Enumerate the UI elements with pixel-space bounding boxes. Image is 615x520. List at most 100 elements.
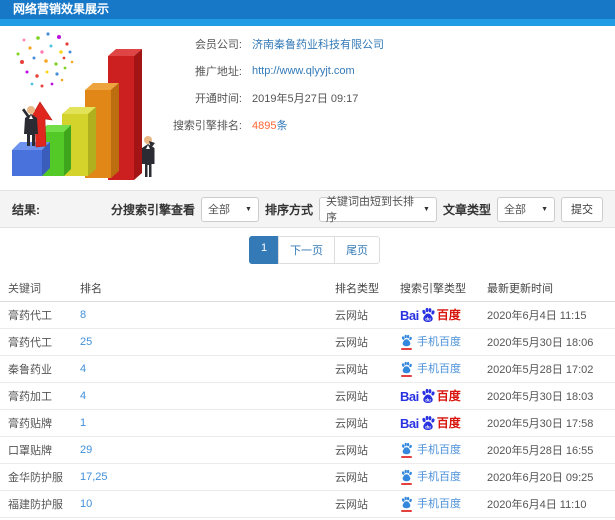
col-header-rank-type: 排名类型 <box>335 282 379 295</box>
updated-time-cell: 2020年5月30日 17:58 <box>487 418 594 430</box>
rank-type-cell: 云网站 <box>335 310 368 322</box>
titlebar-accent-strip <box>0 19 615 26</box>
baidu-mobile-paw-icon <box>400 496 413 512</box>
rank-count-number: 4895 <box>252 119 277 132</box>
table-row: 膏药代工 8 云网站 Bai du 百度 2020年6月4日 11:15 <box>0 302 615 329</box>
engine-type-cell: Bai du 百度 <box>400 442 487 458</box>
opened-time-value: 2019年5月27日 09:17 <box>252 92 359 105</box>
rank-count-label: 搜索引擎排名: <box>172 119 242 132</box>
table-row: 膏药贴牌 1 云网站 Bai du 百度 2020年5月30日 17:58 <box>0 410 615 437</box>
opened-time-label: 开通时间: <box>194 92 242 105</box>
baidu-logo-text: Bai <box>400 415 419 431</box>
sort-filter-value: 关键词由短到长排序 <box>325 196 414 224</box>
article-type-select[interactable]: 全部 ▼ <box>497 196 555 222</box>
rank-type-cell: 云网站 <box>335 364 368 376</box>
table-row: 膏药代工 25 云网站 Bai du 百度 <box>0 329 615 356</box>
keyword-cell: 膏药代工 <box>8 310 52 322</box>
updated-time-cell: 2020年5月28日 17:02 <box>487 364 594 376</box>
col-header-engine-type: 搜索引擎类型 <box>400 282 466 295</box>
engine-type-cell: Bai du 百度 <box>400 469 487 485</box>
results-table: 关键词 排名 排名类型 搜索引擎类型 最新更新时间 膏药代工 8 云网站 Bai <box>0 274 615 518</box>
table-row: 秦鲁药业 4 云网站 Bai du 百度 <box>0 356 615 383</box>
info-row-rank-count: 搜索引擎排名: 4895条 <box>122 111 615 138</box>
rank-link[interactable]: 29 <box>80 444 92 456</box>
baidu-mobile-redbar <box>401 483 412 485</box>
rank-cell: 10 <box>80 498 335 510</box>
baidu-mobile-label: 手机百度 <box>417 362 461 375</box>
article-type-label: 文章类型 <box>442 202 491 217</box>
last-page-button[interactable]: 尾页 <box>334 236 381 264</box>
rank-type-cell: 云网站 <box>335 418 368 430</box>
chevron-down-icon: ▼ <box>541 205 548 213</box>
engine-filter-label: 分搜索引擎查看 <box>110 202 195 217</box>
baidu-pc-logo: Bai du 百度 <box>400 415 461 431</box>
table-row: 福建防护服 10 云网站 Bai du 百度 <box>0 491 615 518</box>
col-header-keyword: 关键词 <box>8 282 41 295</box>
info-row-company: 会员公司: 济南秦鲁药业科技有限公司 <box>122 30 615 57</box>
rank-count-suffix: 条 <box>276 119 288 132</box>
rank-link[interactable]: 10 <box>80 498 92 510</box>
rank-type-cell: 云网站 <box>335 472 368 484</box>
next-page-button[interactable]: 下一页 <box>278 236 336 264</box>
info-row-url: 推广地址: http://www.qlyyjt.com <box>122 57 615 84</box>
rank-link[interactable]: 25 <box>80 336 92 348</box>
baidu-pc-logo: Bai du 百度 <box>400 307 461 323</box>
svg-text:du: du <box>425 425 431 430</box>
engine-type-cell: Bai du 百度 <box>400 496 487 512</box>
baidu-mobile-logo: 手机百度 <box>400 469 461 485</box>
rank-link[interactable]: 1 <box>80 417 86 429</box>
updated-time-cell: 2020年5月30日 18:06 <box>487 337 594 349</box>
page-1-button[interactable]: 1 <box>248 236 280 264</box>
keyword-cell: 秦鲁药业 <box>8 364 52 376</box>
engine-filter-select[interactable]: 全部 ▼ <box>200 196 259 222</box>
baidu-mobile-label: 手机百度 <box>417 335 461 348</box>
company-label: 会员公司: <box>194 38 242 51</box>
promo-url-link[interactable]: http://www.qlyyjt.com <box>252 65 355 77</box>
baidu-mobile-redbar <box>401 348 412 350</box>
engine-type-cell: Bai du 百度 <box>400 361 487 377</box>
baidu-mobile-logo: 手机百度 <box>400 334 461 350</box>
engine-type-cell: Bai du 百度 <box>400 334 487 350</box>
baidu-logo-cn-text: 百度 <box>436 308 461 322</box>
keyword-cell: 膏药代工 <box>8 337 52 349</box>
updated-time-cell: 2020年5月28日 16:55 <box>487 445 594 457</box>
sort-filter-select[interactable]: 关键词由短到长排序 ▼ <box>318 196 437 224</box>
baidu-mobile-redbar <box>401 375 412 377</box>
pagination: 1 下一页 尾页 <box>0 236 615 264</box>
baidu-logo-text: Bai <box>400 388 419 404</box>
updated-time-cell: 2020年5月30日 18:03 <box>487 391 594 403</box>
updated-time-cell: 2020年6月20日 09:25 <box>487 472 594 484</box>
rank-type-cell: 云网站 <box>335 499 368 511</box>
rank-link[interactable]: 4 <box>80 363 86 375</box>
baidu-mobile-logo: 手机百度 <box>400 361 461 377</box>
table-body: 膏药代工 8 云网站 Bai du 百度 2020年6月4日 11:15 膏药代… <box>0 302 615 518</box>
article-type-value: 全部 <box>504 204 526 216</box>
confetti-dots <box>16 32 74 88</box>
col-header-updated: 最新更新时间 <box>487 282 553 295</box>
baidu-pc-logo: Bai du 百度 <box>400 388 461 404</box>
keyword-cell: 膏药贴牌 <box>8 418 52 430</box>
company-link[interactable]: 济南秦鲁药业科技有限公司 <box>252 36 384 52</box>
col-header-rank: 排名 <box>80 282 102 295</box>
baidu-mobile-logo: 手机百度 <box>400 496 461 512</box>
baidu-logo-cn-text: 百度 <box>436 389 461 403</box>
submit-button[interactable]: 提交 <box>561 196 603 222</box>
rank-link[interactable]: 8 <box>80 309 86 321</box>
baidu-mobile-logo: 手机百度 <box>400 442 461 458</box>
updated-time-cell: 2020年6月4日 11:10 <box>487 499 587 511</box>
rank-cell: 4 <box>80 363 335 375</box>
rank-link[interactable]: 17,25 <box>80 471 108 483</box>
keyword-cell: 金华防护服 <box>8 472 63 484</box>
table-row: 膏药加工 4 云网站 Bai du 百度 2020年5月30日 18:03 <box>0 383 615 410</box>
sort-filter-label: 排序方式 <box>264 202 313 217</box>
rank-link[interactable]: 4 <box>80 390 86 402</box>
baidu-mobile-redbar <box>401 510 412 512</box>
rank-type-cell: 云网站 <box>335 445 368 457</box>
baidu-mobile-label: 手机百度 <box>417 470 461 483</box>
page-title: 网络营销效果展示 <box>13 2 110 16</box>
page: 网络营销效果展示 会员公司: 济南秦鲁药业科技有限公司 推广地址: http:/… <box>0 0 615 520</box>
window-titlebar: 网络营销效果展示 <box>0 0 615 19</box>
updated-time-cell: 2020年6月4日 11:15 <box>487 310 587 322</box>
rank-cell: 8 <box>80 309 335 321</box>
rank-cell: 25 <box>80 336 335 348</box>
